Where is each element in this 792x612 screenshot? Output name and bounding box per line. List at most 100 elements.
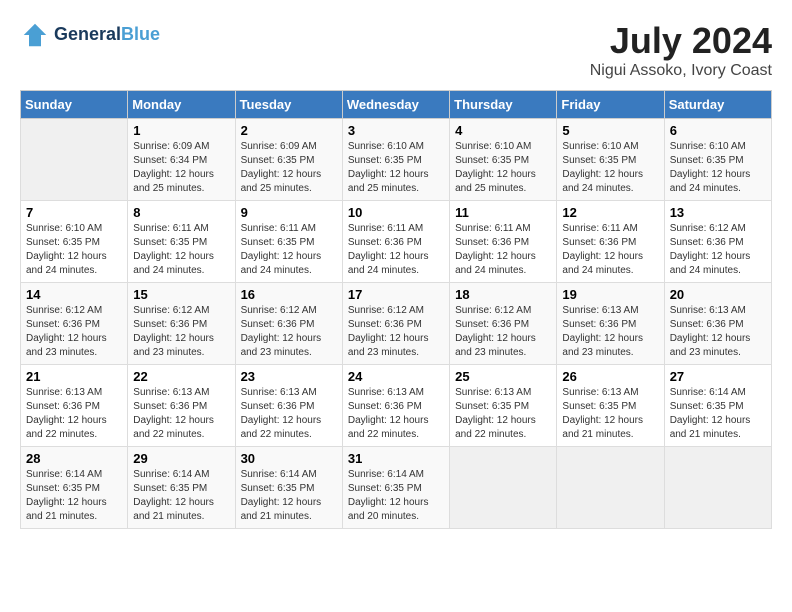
header-wednesday: Wednesday — [342, 91, 449, 119]
day-number: 5 — [562, 123, 658, 138]
day-info: Sunrise: 6:13 AM Sunset: 6:36 PM Dayligh… — [241, 386, 337, 442]
header-monday: Monday — [128, 91, 235, 119]
day-number: 3 — [348, 123, 444, 138]
day-number: 31 — [348, 451, 444, 466]
day-number: 14 — [26, 287, 122, 302]
calendar-cell: 3 Sunrise: 6:10 AM Sunset: 6:35 PM Daylig… — [342, 119, 449, 201]
calendar-cell: 18 Sunrise: 6:12 AM Sunset: 6:36 PM Dayli… — [450, 283, 557, 365]
day-number: 15 — [133, 287, 229, 302]
day-number: 13 — [670, 205, 766, 220]
calendar-cell: 23Sunrise: 6:13 AM Sunset: 6:36 PM Dayli… — [235, 365, 342, 447]
day-number: 25 — [455, 369, 551, 384]
logo-text: GeneralBlue — [54, 25, 160, 45]
day-info: Sunrise: 6:14 AM Sunset: 6:35 PM Dayligh… — [241, 468, 337, 524]
day-number: 29 — [133, 451, 229, 466]
day-number: 24 — [348, 369, 444, 384]
header-sunday: Sunday — [21, 91, 128, 119]
day-number: 18 — [455, 287, 551, 302]
calendar-cell: 10 Sunrise: 6:11 AM Sunset: 6:36 PM Dayli… — [342, 201, 449, 283]
calendar-cell: 29 Sunrise: 6:14 AM Sunset: 6:35 PM Dayli… — [128, 447, 235, 529]
calendar-week-2: 7 Sunrise: 6:10 AM Sunset: 6:35 PM Daylig… — [21, 201, 772, 283]
day-number: 22 — [133, 369, 229, 384]
day-info: Sunrise: 6:13 AM Sunset: 6:36 PM Dayligh… — [133, 386, 229, 442]
day-info: Sunrise: 6:09 AM Sunset: 6:35 PM Dayligh… — [241, 140, 337, 196]
calendar-cell: 28 Sunrise: 6:14 AM Sunset: 6:35 PM Dayli… — [21, 447, 128, 529]
logo-icon — [20, 20, 50, 50]
day-number: 7 — [26, 205, 122, 220]
calendar-cell — [557, 447, 664, 529]
day-info: Sunrise: 6:14 AM Sunset: 6:35 PM Dayligh… — [133, 468, 229, 524]
calendar-cell: 25 Sunrise: 6:13 AM Sunset: 6:35 PM Dayli… — [450, 365, 557, 447]
day-info: Sunrise: 6:14 AM Sunset: 6:35 PM Dayligh… — [26, 468, 122, 524]
day-info: Sunrise: 6:10 AM Sunset: 6:35 PM Dayligh… — [26, 222, 122, 278]
calendar-cell — [664, 447, 771, 529]
day-number: 12 — [562, 205, 658, 220]
day-number: 26 — [562, 369, 658, 384]
calendar-cell: 26 Sunrise: 6:13 AM Sunset: 6:35 PM Dayli… — [557, 365, 664, 447]
day-number: 30 — [241, 451, 337, 466]
day-number: 2 — [241, 123, 337, 138]
location: Nigui Assoko, Ivory Coast — [590, 62, 772, 80]
day-info: Sunrise: 6:12 AM Sunset: 6:36 PM Dayligh… — [26, 304, 122, 360]
page-header: GeneralBlue July 2024 Nigui Assoko, Ivor… — [20, 20, 772, 80]
day-info: Sunrise: 6:11 AM Sunset: 6:36 PM Dayligh… — [348, 222, 444, 278]
logo: GeneralBlue — [20, 20, 160, 50]
day-info: Sunrise: 6:12 AM Sunset: 6:36 PM Dayligh… — [241, 304, 337, 360]
calendar-table: SundayMondayTuesdayWednesdayThursdayFrid… — [20, 90, 772, 529]
calendar-week-4: 21 Sunrise: 6:13 AM Sunset: 6:36 PM Dayli… — [21, 365, 772, 447]
day-number: 4 — [455, 123, 551, 138]
calendar-cell — [21, 119, 128, 201]
day-number: 8 — [133, 205, 229, 220]
calendar-cell: 30 Sunrise: 6:14 AM Sunset: 6:35 PM Dayli… — [235, 447, 342, 529]
day-info: Sunrise: 6:10 AM Sunset: 6:35 PM Dayligh… — [562, 140, 658, 196]
day-number: 27 — [670, 369, 766, 384]
day-number: 21 — [26, 369, 122, 384]
calendar-cell: 15 Sunrise: 6:12 AM Sunset: 6:36 PM Dayli… — [128, 283, 235, 365]
calendar-cell: 12 Sunrise: 6:11 AM Sunset: 6:36 PM Dayli… — [557, 201, 664, 283]
calendar-cell: 20Sunrise: 6:13 AM Sunset: 6:36 PM Dayli… — [664, 283, 771, 365]
header-saturday: Saturday — [664, 91, 771, 119]
calendar-week-1: 1 Sunrise: 6:09 AM Sunset: 6:34 PM Daylig… — [21, 119, 772, 201]
calendar-cell: 19 Sunrise: 6:13 AM Sunset: 6:36 PM Dayli… — [557, 283, 664, 365]
day-number: 28 — [26, 451, 122, 466]
day-info: Sunrise: 6:11 AM Sunset: 6:35 PM Dayligh… — [133, 222, 229, 278]
day-info: Sunrise: 6:11 AM Sunset: 6:36 PM Dayligh… — [562, 222, 658, 278]
calendar-cell: 4Sunrise: 6:10 AM Sunset: 6:35 PM Daylig… — [450, 119, 557, 201]
day-info: Sunrise: 6:10 AM Sunset: 6:35 PM Dayligh… — [670, 140, 766, 196]
calendar-cell: 21Sunrise: 6:13 AM Sunset: 6:36 PM Dayli… — [21, 365, 128, 447]
day-number: 17 — [348, 287, 444, 302]
day-info: Sunrise: 6:12 AM Sunset: 6:36 PM Dayligh… — [455, 304, 551, 360]
calendar-cell: 5 Sunrise: 6:10 AM Sunset: 6:35 PM Daylig… — [557, 119, 664, 201]
day-info: Sunrise: 6:10 AM Sunset: 6:35 PM Dayligh… — [348, 140, 444, 196]
day-number: 11 — [455, 205, 551, 220]
calendar-cell: 8 Sunrise: 6:11 AM Sunset: 6:35 PM Daylig… — [128, 201, 235, 283]
day-info: Sunrise: 6:13 AM Sunset: 6:36 PM Dayligh… — [562, 304, 658, 360]
calendar-cell: 24Sunrise: 6:13 AM Sunset: 6:36 PM Dayli… — [342, 365, 449, 447]
month-year: July 2024 — [590, 20, 772, 62]
header-tuesday: Tuesday — [235, 91, 342, 119]
day-number: 19 — [562, 287, 658, 302]
calendar-cell: 6Sunrise: 6:10 AM Sunset: 6:35 PM Daylig… — [664, 119, 771, 201]
day-info: Sunrise: 6:12 AM Sunset: 6:36 PM Dayligh… — [133, 304, 229, 360]
day-info: Sunrise: 6:13 AM Sunset: 6:36 PM Dayligh… — [670, 304, 766, 360]
day-number: 9 — [241, 205, 337, 220]
calendar-header-row: SundayMondayTuesdayWednesdayThursdayFrid… — [21, 91, 772, 119]
calendar-cell: 13 Sunrise: 6:12 AM Sunset: 6:36 PM Dayli… — [664, 201, 771, 283]
calendar-cell: 9Sunrise: 6:11 AM Sunset: 6:35 PM Daylig… — [235, 201, 342, 283]
calendar-cell: 27 Sunrise: 6:14 AM Sunset: 6:35 PM Dayli… — [664, 365, 771, 447]
day-number: 1 — [133, 123, 229, 138]
calendar-cell: 14 Sunrise: 6:12 AM Sunset: 6:36 PM Dayli… — [21, 283, 128, 365]
day-info: Sunrise: 6:14 AM Sunset: 6:35 PM Dayligh… — [670, 386, 766, 442]
day-info: Sunrise: 6:09 AM Sunset: 6:34 PM Dayligh… — [133, 140, 229, 196]
calendar-cell — [450, 447, 557, 529]
calendar-cell: 16Sunrise: 6:12 AM Sunset: 6:36 PM Dayli… — [235, 283, 342, 365]
day-info: Sunrise: 6:12 AM Sunset: 6:36 PM Dayligh… — [670, 222, 766, 278]
header-thursday: Thursday — [450, 91, 557, 119]
calendar-week-5: 28 Sunrise: 6:14 AM Sunset: 6:35 PM Dayli… — [21, 447, 772, 529]
calendar-cell: 2 Sunrise: 6:09 AM Sunset: 6:35 PM Daylig… — [235, 119, 342, 201]
calendar-cell: 11Sunrise: 6:11 AM Sunset: 6:36 PM Dayli… — [450, 201, 557, 283]
day-info: Sunrise: 6:13 AM Sunset: 6:35 PM Dayligh… — [562, 386, 658, 442]
day-info: Sunrise: 6:13 AM Sunset: 6:35 PM Dayligh… — [455, 386, 551, 442]
calendar-cell: 1 Sunrise: 6:09 AM Sunset: 6:34 PM Daylig… — [128, 119, 235, 201]
day-number: 10 — [348, 205, 444, 220]
